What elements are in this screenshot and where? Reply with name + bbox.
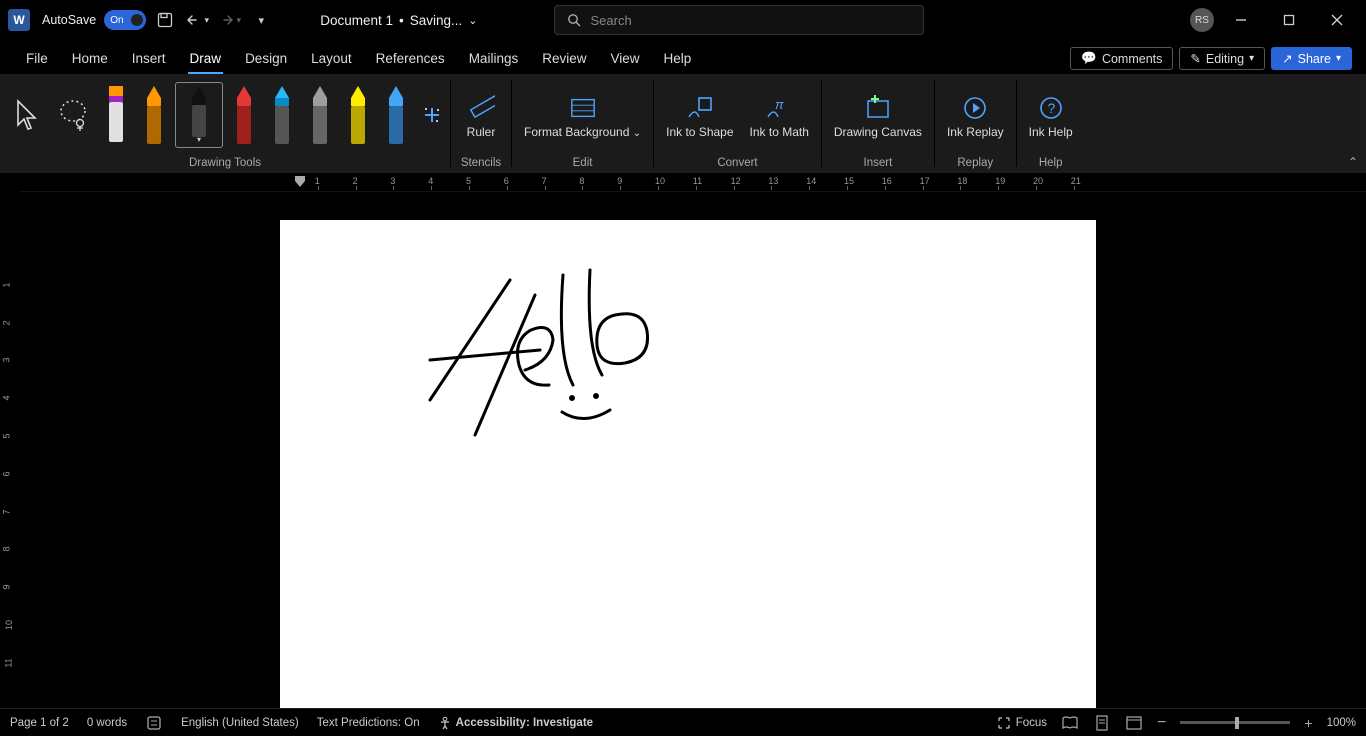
redo-button[interactable]: ▾: [216, 7, 242, 33]
zoom-in-button[interactable]: +: [1304, 715, 1312, 731]
ink-help-button[interactable]: ? Ink Help: [1023, 90, 1079, 140]
pen-3[interactable]: [265, 82, 299, 148]
web-layout-button[interactable]: [1125, 714, 1143, 732]
tab-draw[interactable]: Draw: [178, 45, 234, 74]
ink-to-math-icon: π: [765, 94, 793, 122]
ink-drawing: [280, 220, 1096, 708]
maximize-button[interactable]: [1268, 0, 1310, 40]
comment-icon: 💬: [1081, 51, 1097, 66]
add-pen-button[interactable]: [417, 82, 447, 148]
read-mode-button[interactable]: [1061, 714, 1079, 732]
share-icon: ↗: [1282, 51, 1292, 66]
pen-4[interactable]: [303, 82, 337, 148]
status-language[interactable]: English (United States): [181, 717, 299, 729]
qat-customize[interactable]: ▾: [248, 7, 274, 33]
select-tool[interactable]: [3, 82, 47, 148]
document-title[interactable]: Document 1 • Saving... ⌄: [320, 13, 477, 28]
comments-button[interactable]: 💬Comments: [1070, 47, 1173, 70]
ink-to-shape-icon: [686, 94, 714, 122]
spellcheck-icon[interactable]: [145, 714, 163, 732]
tab-references[interactable]: References: [364, 45, 457, 74]
status-accessibility[interactable]: Accessibility: Investigate: [438, 716, 593, 730]
print-layout-button[interactable]: [1093, 714, 1111, 732]
user-avatar[interactable]: RS: [1190, 8, 1214, 32]
save-icon[interactable]: [152, 7, 178, 33]
format-background-button[interactable]: Format Background ⌄: [518, 90, 647, 140]
zoom-slider[interactable]: [1180, 721, 1290, 724]
first-line-indent-marker[interactable]: [295, 176, 305, 188]
collapse-ribbon-button[interactable]: ⌃: [1348, 155, 1358, 169]
search-placeholder: Search: [591, 13, 632, 28]
chevron-down-icon: ⌄: [633, 128, 641, 139]
group-label-drawing-tools: Drawing Tools: [189, 154, 261, 172]
search-icon: [567, 13, 581, 27]
share-button[interactable]: ↗Share▾: [1271, 47, 1352, 70]
group-label-replay: Replay: [957, 154, 993, 172]
undo-button[interactable]: ▾: [184, 7, 210, 33]
focus-mode-button[interactable]: Focus: [997, 716, 1047, 730]
ink-replay-button[interactable]: Ink Replay: [941, 90, 1010, 140]
tab-layout[interactable]: Layout: [299, 45, 364, 74]
drawing-canvas-icon: [864, 94, 892, 122]
horizontal-ruler[interactable]: 123456789101112131415161718192021: [20, 174, 1366, 192]
doc-status-text: Saving...: [410, 13, 463, 28]
svg-text:π: π: [775, 97, 784, 112]
pencil-icon: ✎: [1190, 51, 1200, 66]
ruler-button[interactable]: Ruler: [457, 90, 505, 140]
group-label-help: Help: [1039, 154, 1063, 172]
pen-6[interactable]: [379, 82, 413, 148]
tab-help[interactable]: Help: [652, 45, 704, 74]
tab-review[interactable]: Review: [530, 45, 598, 74]
group-label-insert: Insert: [864, 154, 893, 172]
tab-insert[interactable]: Insert: [120, 45, 178, 74]
editing-mode-button[interactable]: ✎Editing▾: [1179, 47, 1265, 70]
pen-1[interactable]: ▾: [175, 82, 223, 148]
ink-to-shape-button[interactable]: Ink to Shape: [660, 90, 739, 140]
autosave-value: On: [110, 15, 123, 26]
close-button[interactable]: [1316, 0, 1358, 40]
format-background-icon: [569, 94, 597, 122]
ink-help-icon: ?: [1037, 94, 1065, 122]
eraser-tool[interactable]: [99, 82, 133, 148]
ink-replay-icon: [961, 94, 989, 122]
ruler-icon: [467, 94, 495, 122]
minimize-button[interactable]: [1220, 0, 1262, 40]
pen-5[interactable]: [341, 82, 375, 148]
zoom-out-button[interactable]: −: [1157, 714, 1166, 732]
tab-file[interactable]: File: [14, 45, 60, 74]
search-input[interactable]: Search: [554, 5, 924, 35]
group-label-stencils: Stencils: [461, 154, 501, 172]
vertical-ruler[interactable]: 1234567891011: [0, 192, 20, 708]
pen-2[interactable]: [227, 82, 261, 148]
doc-name-text: Document 1: [320, 13, 393, 28]
svg-text:?: ?: [1047, 100, 1055, 116]
autosave-toggle[interactable]: On: [104, 10, 146, 30]
drawing-canvas-button[interactable]: Drawing Canvas: [828, 90, 928, 140]
tab-view[interactable]: View: [598, 45, 651, 74]
focus-icon: [997, 716, 1011, 730]
group-label-edit: Edit: [573, 154, 593, 172]
word-logo: W: [8, 9, 30, 31]
status-page[interactable]: Page 1 of 2: [10, 717, 69, 729]
status-words[interactable]: 0 words: [87, 717, 127, 729]
ink-to-math-button[interactable]: π Ink to Math: [744, 90, 815, 140]
status-predictions[interactable]: Text Predictions: On: [317, 717, 420, 729]
tab-design[interactable]: Design: [233, 45, 299, 74]
document-scroll-area[interactable]: [20, 192, 1366, 708]
accessibility-icon: [438, 716, 452, 730]
tab-home[interactable]: Home: [60, 45, 120, 74]
pen-0[interactable]: [137, 82, 171, 148]
lasso-tool[interactable]: [51, 82, 95, 148]
autosave-label: AutoSave: [42, 13, 96, 27]
group-label-convert: Convert: [717, 154, 757, 172]
chevron-down-icon: ⌄: [468, 14, 477, 27]
status-zoom[interactable]: 100%: [1327, 717, 1356, 729]
tab-mailings[interactable]: Mailings: [457, 45, 531, 74]
document-page[interactable]: [280, 220, 1096, 708]
